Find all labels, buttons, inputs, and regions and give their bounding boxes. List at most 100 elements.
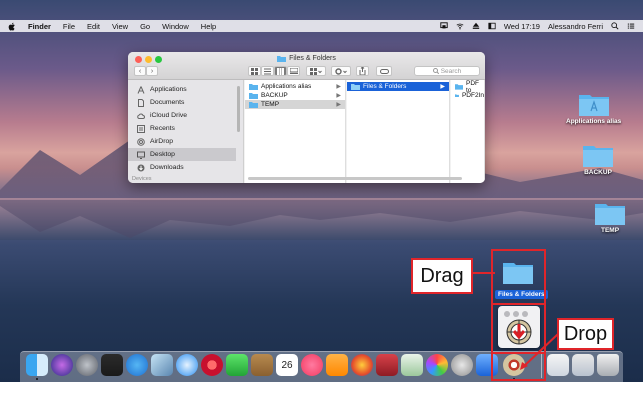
folder-icon <box>249 102 258 108</box>
row-label: Files & Folders <box>363 83 407 90</box>
display-icon[interactable] <box>488 22 496 30</box>
action-button[interactable] <box>331 66 351 76</box>
dock-app-store-icon[interactable] <box>126 354 148 376</box>
sidebar-item-label: AirDrop <box>150 138 174 145</box>
menu-file[interactable]: File <box>63 22 75 31</box>
desktop-icon-label: BACKUP <box>584 169 612 176</box>
menu-app-name[interactable]: Finder <box>28 22 51 31</box>
gallery-icon <box>289 68 298 74</box>
sidebar-item-downloads[interactable]: Downloads <box>128 161 243 174</box>
menu-help[interactable]: Help <box>201 22 216 31</box>
desktop-icon-label: TEMP <box>600 227 620 234</box>
dock-photos-icon[interactable] <box>426 354 448 376</box>
dock-calendar-icon[interactable]: 26 <box>276 354 298 376</box>
column-view-button[interactable] <box>274 66 287 76</box>
drag-callout-text: Drag <box>420 264 464 287</box>
folder-icon <box>455 94 459 98</box>
list-icon <box>264 68 271 74</box>
column-row-selected[interactable]: Files & Folders ▶ <box>347 82 449 91</box>
sidebar-item-documents[interactable]: Documents <box>128 96 243 109</box>
spotlight-search-icon[interactable] <box>611 22 619 30</box>
dock-system-preferences-icon[interactable] <box>451 354 473 376</box>
airdrop-icon <box>137 137 145 146</box>
finder-sidebar: Applications Documents iCloud Drive Rece… <box>128 80 244 183</box>
column-temp: Files & Folders ▶ <box>347 80 450 183</box>
recents-icon <box>137 124 145 133</box>
row-label: TEMP <box>261 101 280 108</box>
column-row[interactable]: PDF2In <box>451 91 484 100</box>
tags-button[interactable] <box>376 66 392 76</box>
back-button[interactable]: ‹ <box>134 66 146 76</box>
dock-contacts-icon[interactable] <box>251 354 273 376</box>
dock-safari-icon[interactable] <box>176 354 198 376</box>
finder-toolbar[interactable]: Files & Folders ‹ › Search <box>128 52 485 80</box>
columns-icon <box>277 67 284 75</box>
search-placeholder: Search <box>440 67 462 75</box>
column-row-selected[interactable]: TEMP ▶ <box>245 100 345 109</box>
dock-photo-booth-icon[interactable] <box>376 354 398 376</box>
folder-icon <box>351 84 360 90</box>
desktop-icon-applications-alias[interactable]: Applications alias <box>566 92 621 125</box>
dock-facetime-icon[interactable] <box>226 354 248 376</box>
dock-trash-icon[interactable] <box>597 354 619 376</box>
forward-button[interactable]: › <box>146 66 158 76</box>
folder-icon <box>249 93 258 99</box>
dock-maps-icon[interactable] <box>401 354 423 376</box>
menu-clock[interactable]: Wed 17:19 <box>504 22 540 31</box>
column-desktop: Applications alias ▶ BACKUP ▶ TEMP ▶ <box>245 80 346 183</box>
group-button[interactable] <box>306 66 326 76</box>
chevron-right-icon: ▶ <box>336 84 341 90</box>
dock-preview-icon[interactable] <box>151 354 173 376</box>
folder-icon <box>595 204 625 225</box>
sidebar-scrollbar[interactable] <box>237 86 240 132</box>
sidebar-item-desktop[interactable]: Desktop <box>128 148 236 161</box>
running-indicator <box>36 378 38 380</box>
menu-user[interactable]: Alessandro Ferri <box>548 22 603 31</box>
screen-mirror-icon[interactable] <box>440 22 448 30</box>
sidebar-item-airdrop[interactable]: AirDrop <box>128 135 243 148</box>
chevron-right-icon: ▶ <box>336 93 341 99</box>
dock-books-icon[interactable] <box>326 354 348 376</box>
icon-view-button[interactable] <box>248 66 261 76</box>
sidebar-item-applications[interactable]: Applications <box>128 83 243 96</box>
calendar-day: 26 <box>281 360 293 371</box>
menu-edit[interactable]: Edit <box>87 22 100 31</box>
gear-icon <box>335 67 347 75</box>
share-button[interactable] <box>356 66 369 76</box>
sidebar-section-devices: Devices <box>132 176 152 182</box>
menu-window[interactable]: Window <box>162 22 189 31</box>
wifi-icon[interactable] <box>456 22 464 30</box>
list-view-button[interactable] <box>261 66 274 76</box>
column-files-and-folders: PDF to PDF2In <box>451 80 485 183</box>
column-row[interactable]: BACKUP ▶ <box>245 91 345 100</box>
column-row[interactable]: Applications alias ▶ <box>245 82 345 91</box>
folder-icon <box>277 56 287 62</box>
menu-bar: Finder File Edit View Go Window Help Wed… <box>0 20 643 32</box>
horizontal-scrollbar[interactable] <box>248 177 462 180</box>
eject-icon[interactable] <box>472 22 480 30</box>
sidebar-item-icloud-drive[interactable]: iCloud Drive <box>128 109 243 122</box>
dock-opera-icon[interactable] <box>201 354 223 376</box>
search-field[interactable]: Search <box>414 66 480 76</box>
folder-alias-icon <box>578 95 609 116</box>
dock-music-icon[interactable] <box>301 354 323 376</box>
gallery-view-button[interactable] <box>287 66 300 76</box>
notification-center-icon[interactable] <box>627 22 635 30</box>
sidebar-item-recents[interactable]: Recents <box>128 122 243 135</box>
desktop-icon-temp[interactable]: TEMP <box>595 201 625 234</box>
dock-finder-icon[interactable] <box>26 354 48 376</box>
desktop-icon-backup[interactable]: BACKUP <box>583 143 613 176</box>
dock-launchpad-icon[interactable] <box>76 354 98 376</box>
column-row[interactable]: PDF to <box>451 80 484 94</box>
menu-view[interactable]: View <box>112 22 128 31</box>
apple-menu-icon[interactable] <box>8 22 16 31</box>
dock-mission-control-icon[interactable] <box>101 354 123 376</box>
dock-siri-icon[interactable] <box>51 354 73 376</box>
chevron-right-icon: ▶ <box>440 84 445 90</box>
window-title-text: Files & Folders <box>289 55 336 62</box>
dock-documents-stack-icon[interactable] <box>572 354 594 376</box>
dock-firefox-icon[interactable] <box>351 354 373 376</box>
downloads-icon <box>137 164 145 171</box>
menu-go[interactable]: Go <box>140 22 150 31</box>
sidebar-item-label: Downloads <box>150 164 184 171</box>
